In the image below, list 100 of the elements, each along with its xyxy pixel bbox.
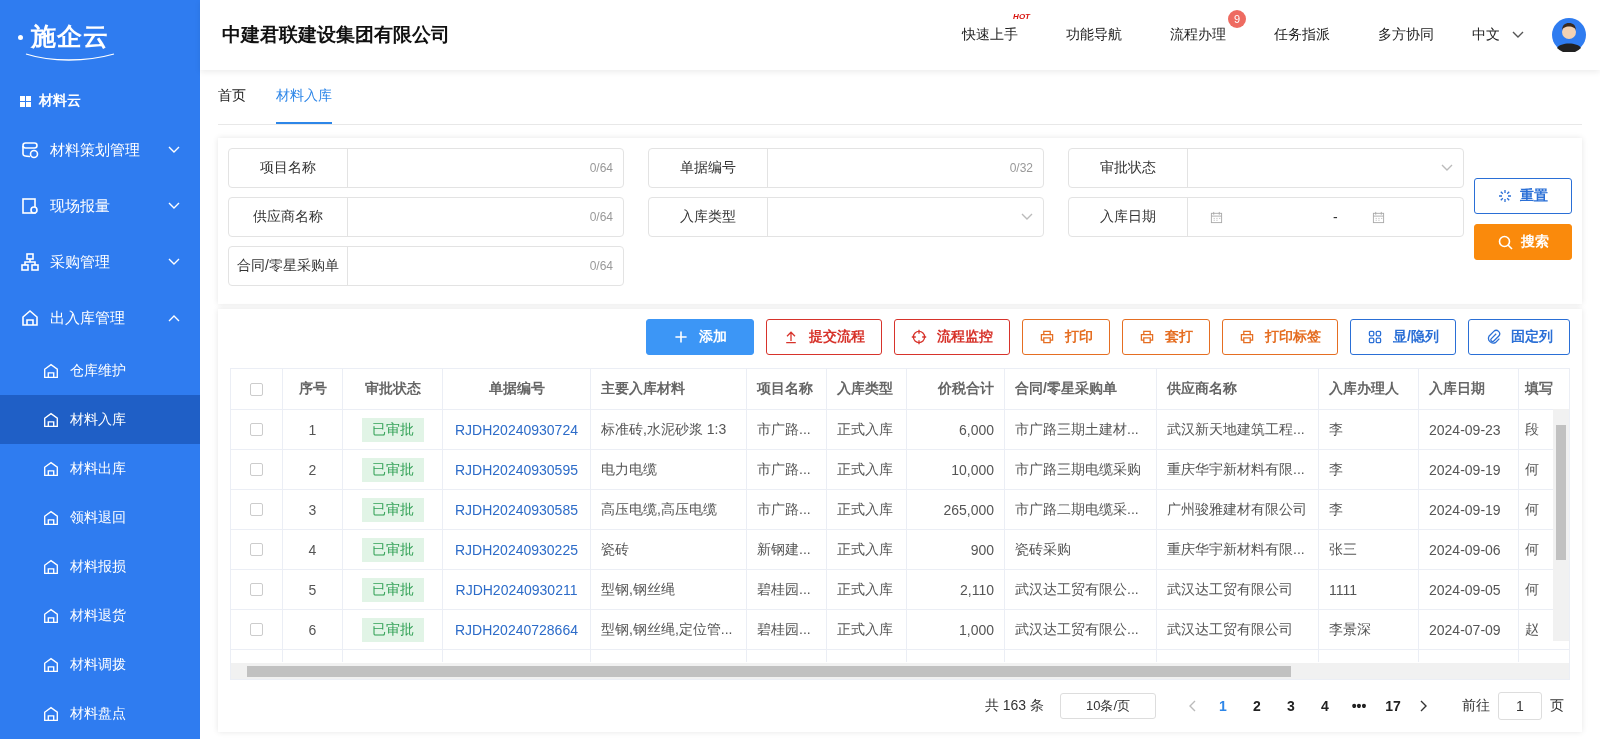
table-cell: 李 — [1329, 460, 1343, 479]
status-tag: 已审批 — [361, 417, 424, 442]
page-button[interactable]: 2 — [1242, 692, 1272, 720]
grid-icon — [20, 95, 31, 107]
table-cell: 正式入库 — [837, 540, 893, 559]
document-link[interactable]: RJDH20240728664 — [455, 621, 578, 638]
table-cell: 市广路三期电缆采购 — [1015, 460, 1141, 479]
char-counter: 0/64 — [589, 259, 613, 273]
table-cell: 赵 — [1525, 620, 1539, 639]
grid-icon — [1367, 329, 1384, 345]
column-header: 序号 — [283, 369, 343, 409]
table-cell: 重庆华宇新材料有限... — [1167, 540, 1305, 559]
menu-item[interactable]: 出入库管理 — [0, 290, 200, 346]
submenu-item[interactable]: 材料入库 — [0, 395, 200, 444]
toolbar-button[interactable]: 固定列 — [1468, 319, 1570, 355]
reset-button[interactable]: 重置 — [1474, 178, 1572, 214]
select-field[interactable]: 入库类型 — [648, 197, 1044, 237]
checkbox[interactable] — [250, 423, 263, 436]
checkbox[interactable] — [250, 503, 263, 516]
chevron-icon — [168, 314, 180, 322]
tab[interactable]: 首页 — [218, 70, 246, 124]
document-link[interactable]: RJDH20240930595 — [455, 461, 578, 478]
nav-link[interactable]: 流程办理 — [1170, 26, 1226, 42]
table-cell: 武汉达工贸有限公... — [1015, 580, 1139, 599]
logo: 施企云 — [18, 19, 115, 61]
submenu-item[interactable]: 材料调拨 — [0, 640, 200, 689]
spinner-icon — [1498, 189, 1512, 203]
status-tag: 已审批 — [361, 537, 424, 562]
nav-link[interactable]: 任务指派 — [1274, 26, 1330, 42]
submenu-item[interactable]: 领料退回 — [0, 493, 200, 542]
nav-link[interactable]: 功能导航 — [1066, 26, 1122, 42]
calendar-icon — [1210, 210, 1223, 224]
text-field[interactable]: 供应商名称 0/64 — [228, 197, 624, 237]
toolbar-button[interactable]: 添加 — [646, 319, 755, 355]
chevron-icon — [168, 258, 180, 266]
checkbox[interactable] — [250, 463, 263, 476]
text-field[interactable]: 单据编号 0/32 — [648, 148, 1044, 188]
page-button[interactable]: 3 — [1276, 692, 1306, 720]
page-button[interactable]: 1 — [1208, 692, 1238, 720]
table-cell: 何 — [1525, 460, 1539, 479]
toolbar-button[interactable]: 流程监控 — [894, 319, 1011, 355]
printer-icon — [1239, 329, 1256, 345]
tab[interactable]: 材料入库 — [276, 70, 332, 124]
column-header: 合同/零星采购单 — [1005, 369, 1157, 409]
checkbox[interactable] — [250, 583, 263, 596]
nav-link[interactable]: 快速上手 — [962, 26, 1018, 42]
document-link[interactable]: RJDH20240930211 — [455, 581, 578, 598]
page-size-select[interactable]: 10条/页 — [1060, 693, 1156, 719]
horizontal-scrollbar[interactable] — [231, 663, 1569, 679]
menu-item[interactable]: 现场报量 — [0, 178, 200, 234]
submenu-item[interactable]: 材料出库 — [0, 444, 200, 493]
prev-page-icon[interactable] — [1188, 700, 1196, 712]
plus-icon — [673, 329, 690, 345]
toolbar-button[interactable]: 提交流程 — [766, 319, 883, 355]
table-cell: 2024-09-19 — [1429, 461, 1501, 478]
toolbar-button[interactable]: 打印 — [1022, 319, 1111, 355]
table-cell: 碧桂园... — [757, 580, 811, 599]
avatar[interactable] — [1552, 18, 1586, 52]
document-link[interactable]: RJDH20240930724 — [455, 421, 578, 438]
table-cell: 2024-07-09 — [1429, 621, 1501, 638]
toolbar-button[interactable]: 套打 — [1122, 319, 1211, 355]
table-cell: 市广路三期土建材... — [1015, 420, 1139, 439]
table-cell: 段 — [1525, 420, 1539, 439]
document-link[interactable]: RJDH20240930585 — [455, 501, 578, 518]
document-link[interactable]: RJDH20240930225 — [455, 541, 578, 558]
house-icon — [42, 508, 60, 527]
toolbar-button[interactable]: 打印标签 — [1222, 319, 1339, 355]
checkbox[interactable] — [250, 382, 263, 396]
table-cell: 2024-09-19 — [1429, 501, 1501, 518]
table-cell: 6,000 — [958, 421, 994, 438]
page-input[interactable]: 1 — [1498, 692, 1542, 720]
submenu-item[interactable]: 仓库维护 — [0, 346, 200, 395]
checkbox[interactable] — [250, 543, 263, 556]
column-header: 主要入库材料 — [591, 369, 747, 409]
section-title: 材料云 — [39, 92, 81, 110]
table-cell: 1111 — [1329, 581, 1358, 598]
page-button[interactable]: 4 — [1310, 692, 1340, 720]
chevron-icon — [168, 146, 180, 154]
column-header: 价税合计 — [907, 369, 1005, 409]
next-page-icon[interactable] — [1420, 700, 1428, 712]
submenu-item[interactable]: 材料盘点 — [0, 689, 200, 738]
date-range-field[interactable]: 入库日期 - — [1068, 197, 1464, 237]
text-field[interactable]: 项目名称 0/64 — [228, 148, 624, 188]
menu-item[interactable]: 材料策划管理 — [0, 122, 200, 178]
page-button[interactable]: 17 — [1378, 692, 1408, 720]
select-field[interactable]: 审批状态 — [1068, 148, 1464, 188]
text-field[interactable]: 合同/零星采购单 0/64 — [228, 246, 624, 286]
chevron-icon — [1021, 213, 1033, 221]
menu-item[interactable]: 采购管理 — [0, 234, 200, 290]
table-cell: 何 — [1525, 500, 1539, 519]
nav-link[interactable]: 多方协同 — [1378, 26, 1434, 42]
submenu-item[interactable]: 材料退货 — [0, 591, 200, 640]
page-button[interactable]: ••• — [1344, 692, 1374, 720]
checkbox[interactable] — [250, 623, 263, 636]
toolbar-button[interactable]: 显/隐列 — [1350, 319, 1456, 355]
language-select[interactable]: 中文 — [1472, 26, 1524, 44]
table-cell: 张三 — [1329, 540, 1357, 559]
calendar-icon — [1371, 210, 1385, 224]
vertical-scrollbar[interactable] — [1553, 409, 1569, 641]
submenu-item[interactable]: 材料报损 — [0, 542, 200, 591]
